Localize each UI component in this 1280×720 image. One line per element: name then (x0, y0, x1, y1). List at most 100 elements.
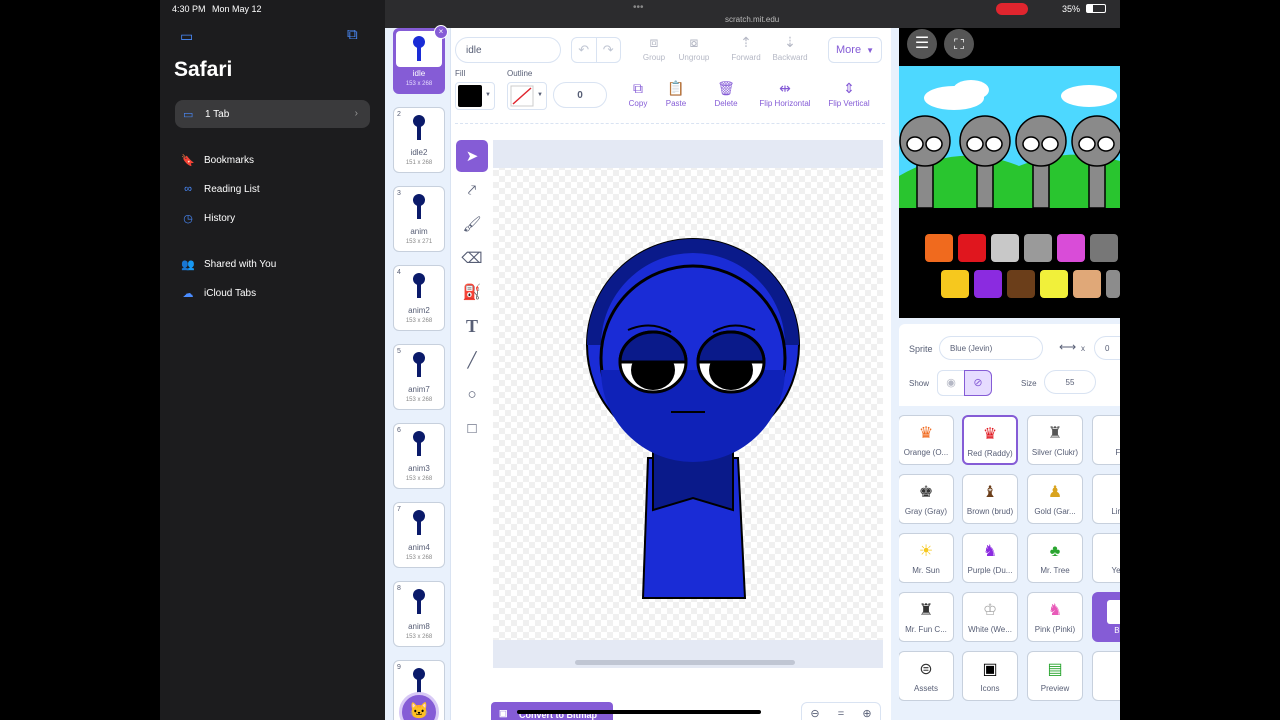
line-icon: ╱ (467, 352, 477, 369)
costume-item[interactable]: 7 anim4 153 x 268 (393, 502, 445, 568)
ipad-screen: ▭ ⧉ Safari ▭ 1 Tab › 🔖 Bookmarks ∞ Reading… (160, 0, 1120, 720)
backward-button[interactable]: ⇣ Backward (769, 34, 811, 62)
canvas-scrollbar[interactable] (575, 660, 795, 665)
new-tab-group-icon[interactable]: ⧉ (347, 26, 358, 43)
sprite-tile[interactable]: ♔ White (We... (962, 592, 1018, 642)
forward-button[interactable]: ⇡ Forward (729, 34, 763, 62)
sprite-tile[interactable]: ♛ Orange (O... (899, 415, 954, 465)
reshape-tool[interactable]: ⤤ (456, 174, 488, 206)
status-date: Mon May 12 (212, 4, 262, 14)
flip-vertical-icon: ⇕ (843, 80, 855, 96)
sidebar-item-history[interactable]: ◷ History (180, 212, 235, 225)
sprite-tile[interactable]: ▤ Preview (1027, 651, 1083, 701)
size-input[interactable]: 55 (1044, 370, 1096, 394)
more-button[interactable]: More ▼ (828, 37, 882, 63)
sprite-tile[interactable]: ▣ Icons (962, 651, 1018, 701)
delete-costume-icon[interactable]: × (434, 25, 448, 39)
zoom-reset-button[interactable]: = (828, 703, 854, 720)
arrow-down-icon: ⇣ (784, 34, 796, 50)
bookmark-icon: 🔖 (181, 155, 195, 167)
costume-item[interactable]: 4 anim2 153 x 268 (393, 265, 445, 331)
fun-computer-icon: ♜ (918, 602, 934, 619)
brush-tool[interactable]: 🖌 (456, 208, 488, 240)
delete-button[interactable]: 🗑 Delete (710, 80, 742, 108)
gray-character-icon: ♚ (918, 484, 934, 501)
clock-icon: ◷ (183, 213, 193, 225)
select-tool[interactable]: ➤ (456, 140, 488, 172)
eraser-tool[interactable]: ⌫ (456, 242, 488, 274)
paint-canvas[interactable] (493, 140, 883, 668)
sprite-tile[interactable]: ♞ Purple (Du... (962, 533, 1018, 583)
sprite-tile[interactable] (1092, 651, 1120, 701)
menu-icon[interactable]: ☰ (907, 29, 937, 59)
paste-icon: 📋 (667, 80, 685, 96)
sprite-tile[interactable]: ☀ Mr. Sun (899, 533, 954, 583)
sprite-tile[interactable]: Lime (1092, 474, 1120, 524)
costume-thumbnail (413, 36, 425, 61)
zoom-in-icon[interactable]: ⊕ (854, 703, 880, 720)
sprite-tile[interactable]: ♚ Gray (Gray) (899, 474, 954, 524)
costume-thumbnail (413, 510, 425, 535)
stage-canvas[interactable] (899, 66, 1120, 208)
white-character-icon: ♔ (982, 602, 998, 619)
rectangle-tool[interactable]: □ (456, 412, 488, 444)
costume-item[interactable]: 5 anim7 153 x 268 (393, 344, 445, 410)
sprite-tile[interactable]: ♝ Brown (brud) (962, 474, 1018, 524)
costume-item[interactable]: 6 anim3 153 x 268 (393, 423, 445, 489)
copy-button[interactable]: ⧉ Copy (623, 80, 653, 108)
fullscreen-icon[interactable]: ⛶ (944, 29, 974, 59)
tab-pill[interactable]: ▭ 1 Tab › (175, 100, 370, 128)
fill-tool[interactable]: ⛽ (456, 276, 488, 308)
stage-and-sprites: ☰ ⛶ Sprite Blue (Jevin) ⟷ x 0 Show ◉ ⊘ S… (891, 28, 1120, 720)
sprite-tile[interactable]: ♞ Pink (Pinki) (1027, 592, 1083, 642)
group-icon: ⧈ (649, 34, 659, 50)
redo-icon[interactable]: ↷ (597, 38, 621, 62)
sprite-tile[interactable]: ♣ Mr. Tree (1027, 533, 1083, 583)
eye-slash-icon: ⊘ (973, 377, 983, 389)
text-tool[interactable]: T (456, 310, 488, 342)
costume-name-input[interactable]: idle (455, 37, 561, 63)
flip-vertical-button[interactable]: ⇕ Flip Vertical (821, 80, 877, 108)
costume-item[interactable]: 2 idle2 151 x 268 (393, 107, 445, 173)
undo-icon[interactable]: ↶ (572, 38, 597, 62)
sprite-tile[interactable]: ♜ Silver (Clukr) (1027, 415, 1083, 465)
cloud-icon: ☁ (182, 288, 194, 300)
sidebar-item-reading-list[interactable]: ∞ Reading List (180, 183, 260, 195)
sprite-tile[interactable]: ♟ Gold (Gar... (1027, 474, 1083, 524)
outline-color-picker[interactable]: ▼ (507, 82, 547, 110)
sprite-tile[interactable]: ♛ Red (Raddy) (962, 415, 1018, 465)
sprite-name-input[interactable]: Blue (Jevin) (939, 336, 1043, 360)
zoom-out-icon[interactable]: ⊖ (802, 703, 828, 720)
flip-horizontal-icon: ⇹ (779, 80, 791, 96)
fill-color-picker[interactable]: ▼ (455, 82, 495, 110)
show-sprite-button[interactable]: ◉ (937, 370, 965, 396)
hide-sprite-button[interactable]: ⊘ (964, 370, 992, 396)
circle-tool[interactable]: ○ (456, 378, 488, 410)
x-position-input[interactable]: 0 (1094, 336, 1120, 360)
sprite-tile[interactable]: Blu (1092, 592, 1120, 642)
costume-item[interactable]: 3 anim 153 x 271 (393, 186, 445, 252)
group-button[interactable]: ⧈ Group (639, 34, 669, 62)
paste-button[interactable]: 📋 Paste (661, 80, 691, 108)
sprite-tile[interactable]: Yello (1092, 533, 1120, 583)
costume-item[interactable]: 8 anim8 153 x 268 (393, 581, 445, 647)
sprite-tile[interactable]: ⊜ Assets (899, 651, 954, 701)
sidebar-item-shared[interactable]: 👥 Shared with You (180, 258, 276, 271)
outline-width-input[interactable]: 0 (553, 82, 607, 108)
ungroup-icon: ⧇ (689, 34, 699, 50)
gold-character-icon: ♟ (1047, 484, 1063, 501)
sprite-tile[interactable]: Fu (1092, 415, 1120, 465)
x-arrows-icon: ⟷ (1059, 340, 1077, 354)
stage: ☰ ⛶ (899, 28, 1120, 318)
line-tool[interactable]: ╱ (456, 344, 488, 376)
ungroup-button[interactable]: ⧇ Ungroup (674, 34, 714, 62)
x-label: x (1081, 344, 1085, 353)
text-icon: T (465, 315, 478, 336)
sidebar-item-icloud-tabs[interactable]: ☁ iCloud Tabs (180, 287, 257, 300)
costume-item[interactable]: 1 idle 153 x 268 × (393, 25, 448, 94)
flip-horizontal-button[interactable]: ⇹ Flip Horizontal (754, 80, 816, 108)
sprite-tile[interactable]: ♜ Mr. Fun C... (899, 592, 954, 642)
sprite-info-panel: Sprite Blue (Jevin) ⟷ x 0 Show ◉ ⊘ Size … (899, 324, 1120, 406)
sidebar-toggle-icon[interactable]: ▭ (180, 28, 193, 45)
sidebar-item-bookmarks[interactable]: 🔖 Bookmarks (180, 154, 254, 167)
